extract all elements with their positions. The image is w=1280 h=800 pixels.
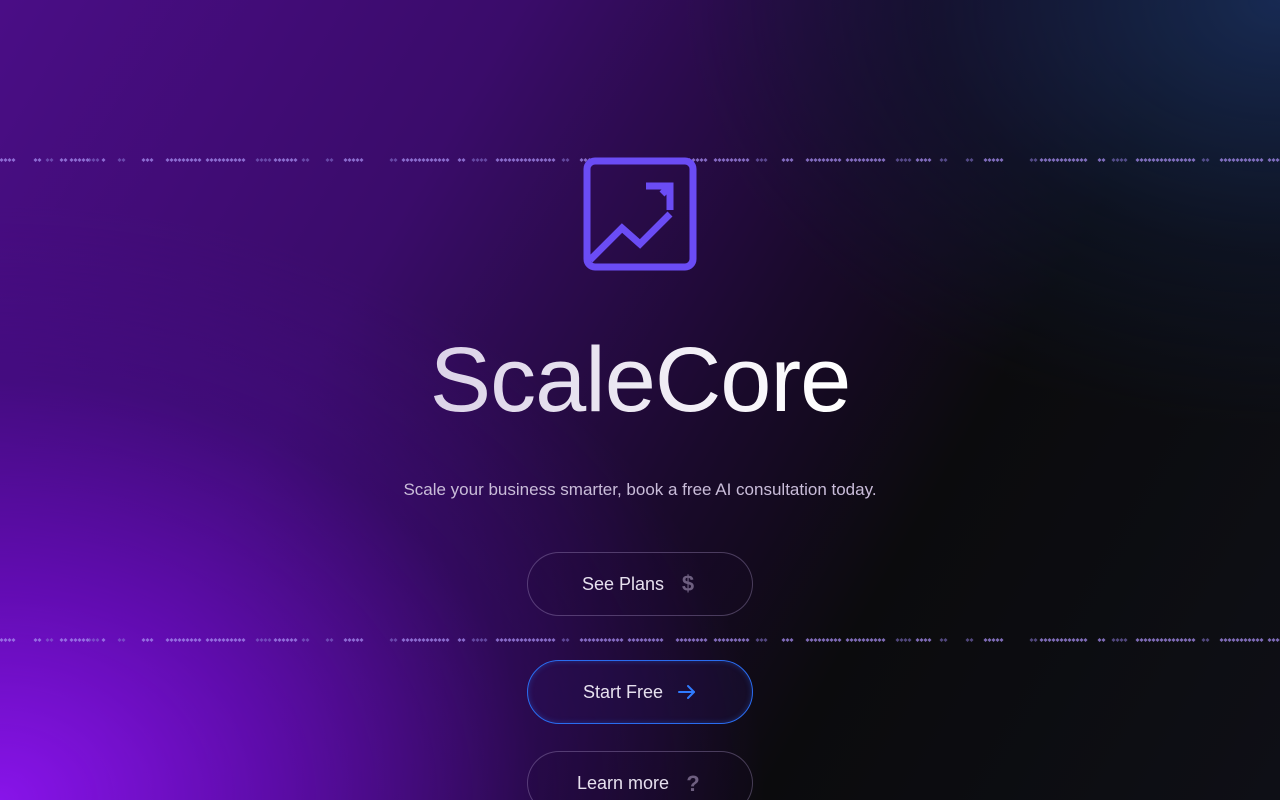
svg-text:?: ? <box>686 772 699 794</box>
trending-up-square-icon <box>582 156 698 272</box>
start-free-label: Start Free <box>582 681 664 702</box>
hero-tagline: Scale your business smarter, book a free… <box>403 480 877 499</box>
question-icon: ? <box>683 772 703 794</box>
dollar-icon: $ <box>678 573 698 595</box>
see-plans-label: See Plans <box>581 573 665 594</box>
start-free-button[interactable]: Start Free <box>527 660 753 724</box>
see-plans-button[interactable]: See Plans $ <box>527 552 753 616</box>
learn-more-button[interactable]: Learn more ? <box>527 751 753 800</box>
svg-text:$: $ <box>682 573 694 595</box>
learn-more-label: Learn more <box>576 772 670 793</box>
hero-section: ScaleCore Scale your business smarter, b… <box>0 0 1280 800</box>
arrow-right-icon <box>677 681 697 703</box>
brand-title: ScaleCore <box>0 328 1280 432</box>
